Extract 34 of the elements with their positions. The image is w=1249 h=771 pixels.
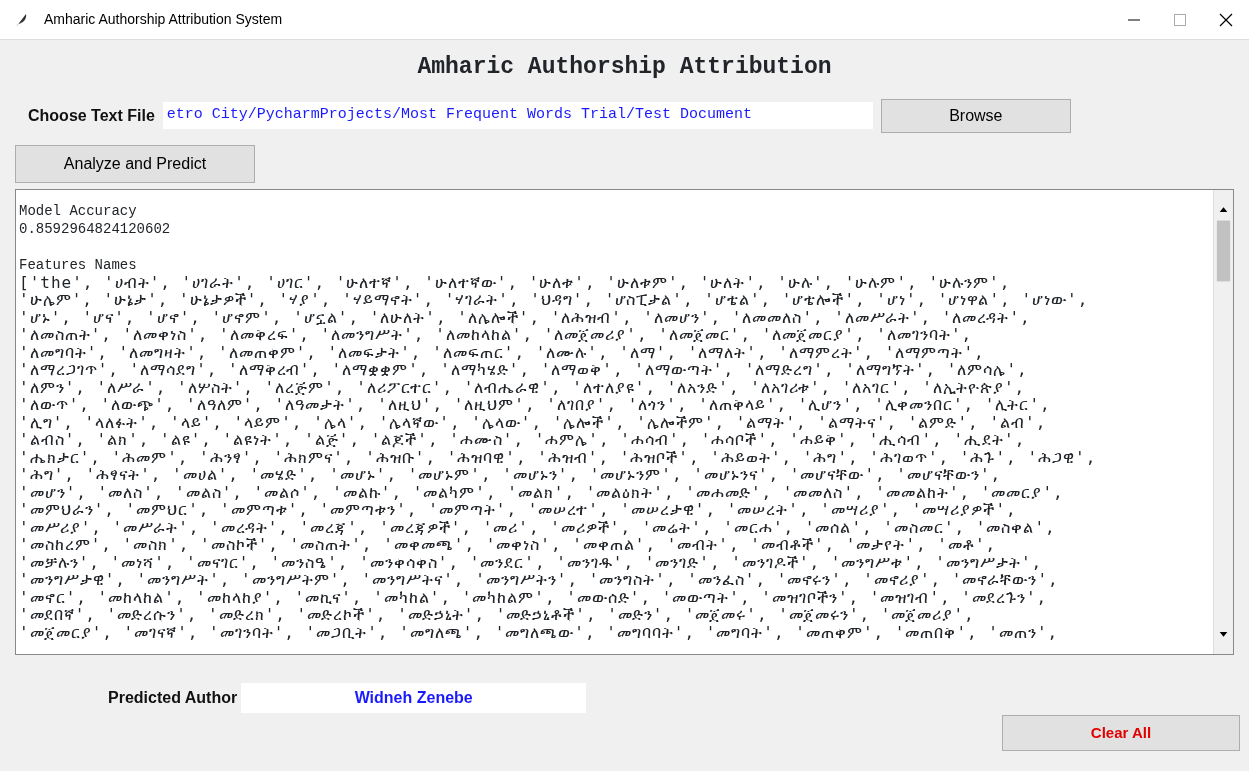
output-line: 'መምህራን', 'መምህር', 'መምጣቱ', 'መምጣቱን', 'መምጣት', 'መሠረተ', 'መሠረታዊ', 'መሠረት', 'መሣሪያ', 'መሣሪያዎች', (19, 501, 1018, 519)
output-line: ['the', 'ሀብት', 'ሀገራት', 'ሀገር', 'ሁለተኛ', 'ሁለተኛው', 'ሁለቱ', 'ሁለቱም', 'ሁለት', 'ሁሉ', 'ሁሉም', 'ሁሉንም', (19, 273, 1012, 291)
browse-button[interactable]: Browse (880, 98, 1071, 133)
output-line: 'ለመግባት', 'ለመግዛት', 'ለመጠቀም', 'ለመፍታት', 'ለመፍጠር', 'ለሙሉ', 'ለማ', 'ለማለት', 'ለማምረት', 'ለማምጣት', (19, 343, 986, 361)
output-line: 'ሁሌም', 'ሁኔታ', 'ሁኔታዎች', 'ሃያ', 'ሃይማኖት', 'ሃገራት', 'ህዳግ', 'ሆስፒታል', 'ሆቴል', 'ሆቴሎች', 'ሆነ', 'ሆነዋል', 'ሆነው', (19, 291, 1090, 309)
output-line: 'መደበኛ', 'መድረሱን', 'መድረክ', 'መድረኮች', 'መድኃኒት', 'መድኃኒቶች', 'መድን', 'መጀመሩ', 'መጀመሩን', 'መጀመሪያ', (19, 606, 976, 624)
result-label: Predicted Author (108, 687, 238, 708)
scrollbar[interactable] (1213, 189, 1233, 654)
output-line: 'ለምን', 'ለሥራ', 'ለሦስት', 'ለረጅም', 'ለሪፖርተር', 'ለብሔራዊ', 'ለተለያዩ', 'ለአንድ', 'ለአገሪቱ', 'ለአገር', 'ለኢትዮጵያ', (19, 378, 1027, 396)
window-title: Amharic Authorship Attribution System (44, 10, 283, 29)
output-line: 'መስከረም', 'መስክ', 'መስኮች', 'መስጠት', 'መቀመጫ', 'መቀነስ', 'መቀጠል', 'መብት', 'መብቶች', 'መታየት', 'መቶ', (19, 536, 998, 554)
output-line: 'ሔክታር', 'ሕመም', 'ሕንፃ', 'ሕክምና', 'ሕዝቡ', 'ሕዝባዊ', 'ሕዝብ', 'ሕዝቦች', 'ሕይወት', 'ሕግ', 'ሕገወጥ', 'ሕጉ', 'ሕጋዊ', (19, 448, 1098, 466)
output-line: 'መሆን', 'መለስ', 'መልስ', 'መልሶ', 'መልኩ', 'መልካም', 'መልክ', 'መልዕክት', 'መሐመድ', 'መመለስ', 'መመልከት', 'መመርያ', (19, 483, 1065, 501)
output-line: 'ሆኑ', 'ሆና', 'ሆኖ', 'ሆኖም', 'ሆኗል', 'ለሁለት', 'ለሌሎች', 'ለሕዝብ', 'ለመሆን', 'ለመመለስ', 'ለመሥራት', 'ለመረዳት', (19, 308, 1032, 326)
output-line: 0.8592964824120602 (19, 219, 172, 238)
output-line: 'መኖር', 'መከላከል', 'መከላከያ', 'መኪና', 'መካከል', 'መካከልም', 'መውሰድ', 'መውጣት', 'መዝገቦችን', 'መዝገብ', 'መደረጉን', (19, 588, 1049, 606)
file-path-field[interactable]: etro City/PycharmProjects/Most Frequent Words Trial/Test Document (162, 102, 873, 129)
output-line: 'መቻሉን', 'መነሻ', 'መናገር', 'መንስዔ', 'መንቀሳቀስ', 'መንደር', 'መንገዱ', 'መንገድ', 'መንገዶች', 'መንግሥቱ', 'መንግሥታት', (19, 553, 1044, 571)
app-heading: Amharic Authorship Attribution (416, 53, 833, 82)
output-line: 'መጀመርያ', 'መገናኛ', 'መገንባት', 'መጋቢት', 'መግለጫ', 'መግለጫው', 'መግባባት', 'መግባት', 'መጠቀም', 'መጠበቅ', 'መጠን', (19, 623, 1060, 641)
output-line: 'ለማረጋገጥ', 'ለማሳደግ', 'ለማቅረብ', 'ለማቋቋም', 'ለማካሄድ', 'ለማወቅ', 'ለማውጣት', 'ለማድረግ', 'ለማግኘት', 'ለምሳሌ', (19, 361, 1029, 379)
output-line: 'ለመስጠት', 'ለመቀነስ', 'ለመቅረፍ', 'ለመንግሥት', 'ለመከላከል', 'ለመጀመሪያ', 'ለመጀመር', 'ለመጀመርያ', 'ለመገንባት', (19, 326, 974, 344)
output-line: 'ሊግ', 'ላለፉት', 'ላይ', 'ላይም', 'ሌላ', 'ሌላኛው', 'ሌላው', 'ሌሎች', 'ሌሎችም', 'ልማት', 'ልማትና', 'ልምድ', 'ልብ', (19, 413, 1048, 431)
output-line: 'መንግሥታዊ', 'መንግሥት', 'መንግሥትም', 'መንግሥትና', 'መንግሥትን', 'መንግስት', 'መንፈስ', 'መኖሩን', 'መኖሪያ', 'መኖራቸውን', (19, 571, 1060, 589)
output-line: 'ለውጥ', 'ለውጭ', 'ለዓለም', 'ለዓመታት', 'ለዚህ', 'ለዚህም', 'ለገበያ', 'ለጎን', 'ለጠቅላይ', 'ሊሆን', 'ሊቀመንበር', 'ሊትር', (19, 396, 1052, 414)
section-heading: Features Names (19, 255, 138, 274)
clear-button[interactable]: Clear All (1002, 714, 1240, 751)
output-line: 'መሥሪያ', 'መሥራት', 'መረዳት', 'መረጃ', 'መረጃዎች', 'መሪ', 'መሪዎች', 'መሬት', 'መርሐ', 'መሰል', 'መስመር', 'መስቀል', (19, 518, 1057, 536)
output-line: 'ልብስ', 'ልክ', 'ልዩ', 'ልዩነት', 'ልጅ', 'ልጆች', 'ሐሙስ', 'ሐምሌ', 'ሐሳብ', 'ሐሳቦች', 'ሐይቅ', 'ሒሳብ', 'ሒደት', (19, 431, 1027, 449)
section-heading: Model Accuracy (19, 201, 138, 220)
author-field: Widneh Zenebe (241, 682, 587, 713)
analyze-button[interactable]: Analyze and Predict (15, 144, 255, 183)
output-line: 'ሕግ', 'ሕፃናት', 'መሀል', 'መሄድ', 'መሆኑ', 'መሆኑም', 'መሆኑን', 'መሆኑንም', 'መሆኑንና', 'መሆናቸው', 'መሆናቸውን', (19, 466, 1003, 484)
field-label: Choose Text File (28, 105, 155, 126)
